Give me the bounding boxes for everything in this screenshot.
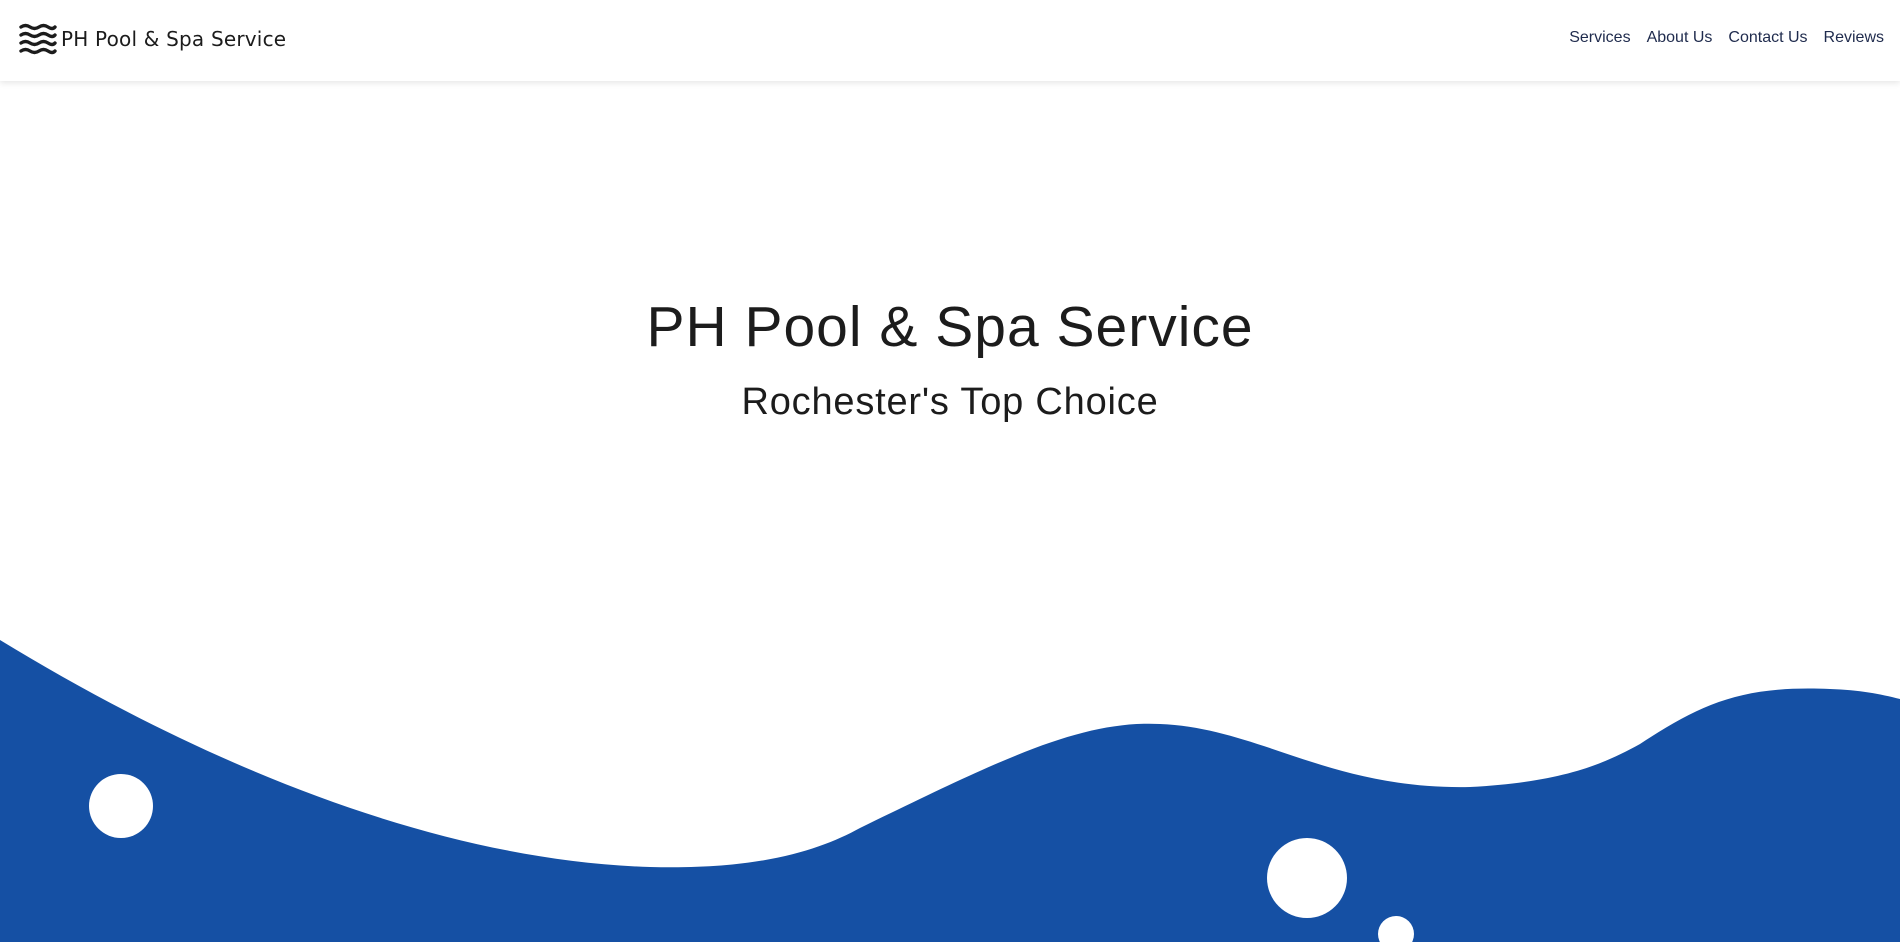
nav-link-services[interactable]: Services (1569, 27, 1630, 49)
bubble (1267, 838, 1347, 918)
waves-icon (19, 23, 57, 55)
brand-name: PH Pool & Spa Service (61, 27, 287, 51)
top-navbar: PH Pool & Spa Service Services About Us … (0, 0, 1900, 81)
wave-shape (0, 640, 1900, 942)
brand-link[interactable]: PH Pool & Spa Service (19, 22, 286, 56)
water-wave-decoration (0, 640, 1900, 942)
nav-link-about-us[interactable]: About Us (1647, 27, 1713, 49)
main-nav: Services About Us Contact Us Reviews (1569, 27, 1884, 49)
bubble (89, 774, 153, 838)
nav-link-reviews[interactable]: Reviews (1824, 27, 1884, 49)
nav-link-contact-us[interactable]: Contact Us (1728, 27, 1807, 49)
